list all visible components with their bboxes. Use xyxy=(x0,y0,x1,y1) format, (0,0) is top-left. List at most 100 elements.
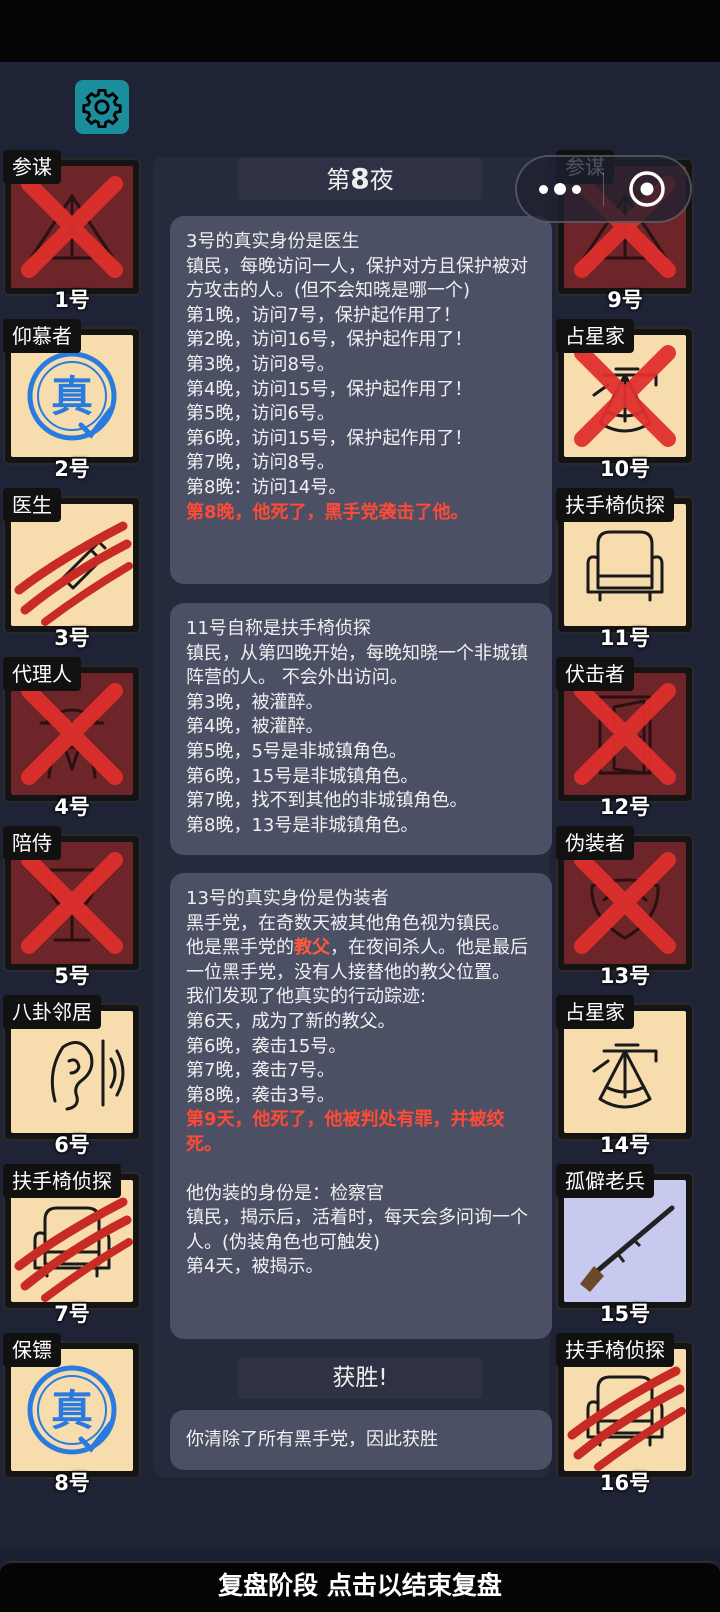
player-number: 1号 xyxy=(54,288,90,312)
player-number: 6号 xyxy=(54,1133,90,1157)
card-portrait xyxy=(564,504,686,626)
role-label: 扶手椅侦探 xyxy=(3,1164,121,1198)
sextant-icon xyxy=(574,345,676,447)
armchair-icon xyxy=(586,530,664,602)
player-number: 7号 xyxy=(54,1302,90,1326)
syringe-icon xyxy=(14,521,133,626)
player-card[interactable]: 真 保镖 8号 xyxy=(3,1333,141,1495)
role-label: 扶手椅侦探 xyxy=(556,1333,674,1367)
player-card[interactable]: 八卦邻居 6号 xyxy=(3,995,141,1157)
report-line: 第8晚，袭击3号。 xyxy=(186,1084,335,1106)
role-label: 八卦邻居 xyxy=(3,995,101,1029)
card-portrait xyxy=(564,1349,686,1471)
card-portrait xyxy=(11,842,133,964)
player-card[interactable]: 伏击者 12号 xyxy=(556,657,694,819)
night-prefix: 第 xyxy=(326,166,351,194)
armchair-icon xyxy=(14,1197,133,1302)
card-portrait xyxy=(11,504,133,626)
report-armchair-detective: 11号自称是扶手椅侦探 镇民，从第四晚开始，每晚知晓一个非城镇阵营的人。 不会外出… xyxy=(170,603,552,855)
report-line: 11号自称是扶手椅侦探 xyxy=(186,618,371,639)
target-close-icon[interactable] xyxy=(604,169,690,209)
report-line: 第2晚，访问16号，保护起作用了！ xyxy=(186,329,473,351)
card-portrait xyxy=(564,673,686,795)
player-card[interactable]: 占星家 10号 xyxy=(556,319,694,481)
door-icon xyxy=(574,683,676,785)
card-portrait xyxy=(11,166,133,288)
report-line: 第3晚，被灌醉。 xyxy=(186,691,324,713)
true-stamp-icon: 真 xyxy=(27,351,117,441)
player-card[interactable]: 真 仰慕者 2号 xyxy=(3,319,141,481)
report-line: 镇民，每晚访问一人，保护对方且保护被对方攻击的人。(但不会知晓是哪一个) xyxy=(186,255,528,302)
report-line: 第6晚，袭击15号。 xyxy=(186,1035,347,1057)
report-line: 第7晚，袭击7号。 xyxy=(186,1060,335,1082)
svg-text:真: 真 xyxy=(51,372,93,421)
report-line: 第8晚，他死了，黑手党袭击了他。 xyxy=(186,501,469,523)
report-line: 13号的真实身份是伪装者 xyxy=(186,888,389,909)
miniprogram-capsule xyxy=(515,155,692,223)
report-line: 第5晚，5号是非城镇角色。 xyxy=(186,740,407,762)
glass-icon xyxy=(21,852,123,954)
mask-icon xyxy=(574,852,676,954)
player-number: 12号 xyxy=(599,795,651,819)
player-card[interactable]: 扶手椅侦探 11号 xyxy=(556,488,694,650)
player-card[interactable]: 伪装者 13号 xyxy=(556,826,694,988)
report-line: 第8晚，13号是非城镇角色。 xyxy=(186,814,419,836)
player-card[interactable]: 参谋 1号 xyxy=(3,150,141,312)
card-portrait xyxy=(564,1011,686,1133)
player-number: 5号 xyxy=(54,964,90,988)
player-card[interactable]: 孤僻老兵 15号 xyxy=(556,1164,694,1326)
card-portrait: 真 xyxy=(11,335,133,457)
role-label: 占星家 xyxy=(556,995,634,1029)
more-dots-icon[interactable] xyxy=(517,183,603,195)
player-number: 14号 xyxy=(599,1133,651,1157)
card-portrait xyxy=(11,673,133,795)
agent-icon xyxy=(21,683,123,785)
role-label: 伪装者 xyxy=(556,826,634,860)
role-label: 伏击者 xyxy=(556,657,634,691)
report-line: 第4晚，访问15号，保护起作用了！ xyxy=(186,378,473,400)
report-impostor: 13号的真实身份是伪装者 黑手党，在奇数天被其他角色视为镇民。 他是黑手党的教父，在… xyxy=(170,873,552,1339)
player-card[interactable]: 代理人 4号 xyxy=(3,657,141,819)
player-number: 9号 xyxy=(607,288,643,312)
report-line: 第1晚，访问7号，保护起作用了！ xyxy=(186,304,461,326)
report-line: 第6晚，访问15号，保护起作用了！ xyxy=(186,427,473,449)
role-label: 参谋 xyxy=(3,150,61,184)
player-card[interactable]: 陪侍 5号 xyxy=(3,826,141,988)
role-label: 代理人 xyxy=(3,657,81,691)
night-header: 第8夜 xyxy=(238,158,482,200)
card-portrait xyxy=(564,335,686,457)
player-number: 13号 xyxy=(599,964,651,988)
player-card[interactable]: 扶手椅侦探 16号 xyxy=(556,1333,694,1495)
role-label: 孤僻老兵 xyxy=(556,1164,654,1198)
ear-icon xyxy=(50,1039,125,1111)
settings-button[interactable] xyxy=(75,80,129,134)
role-label: 占星家 xyxy=(556,319,634,353)
armchair-icon xyxy=(567,1366,686,1471)
player-card[interactable]: 占星家 14号 xyxy=(556,995,694,1157)
true-stamp-icon: 真 xyxy=(27,1365,117,1455)
card-portrait: 真 xyxy=(11,1349,133,1471)
report-line: 第4天，被揭示。 xyxy=(186,1256,324,1278)
report-line: 第6天，成为了新的教父。 xyxy=(186,1010,396,1032)
role-label: 陪侍 xyxy=(3,826,61,860)
report-line: 第8晚：访问14号。 xyxy=(186,476,347,498)
victory-header: 获胜! xyxy=(238,1357,482,1399)
player-number: 2号 xyxy=(54,457,90,481)
player-number: 8号 xyxy=(54,1471,90,1495)
player-card[interactable]: 医生 3号 xyxy=(3,488,141,650)
end-review-button[interactable]: 复盘阶段 点击以结束复盘 xyxy=(0,1561,720,1612)
status-bar xyxy=(0,0,720,62)
player-card[interactable]: 扶手椅侦探 7号 xyxy=(3,1164,141,1326)
player-number: 16号 xyxy=(599,1471,651,1495)
victory-message: 你清除了所有黑手党，因此获胜 xyxy=(170,1410,552,1470)
report-line: 第4晚，被灌醉。 xyxy=(186,716,324,738)
report-line: 第9天，他死了，他被判处有罪，并被绞死。 xyxy=(186,1109,505,1155)
player-number: 10号 xyxy=(599,457,651,481)
player-number: 15号 xyxy=(599,1302,651,1326)
player-number: 3号 xyxy=(54,626,90,650)
report-line: 他伪装的身份是：检察官 xyxy=(186,1182,384,1204)
report-line: 第7晚，找不到其他的非城镇角色。 xyxy=(186,790,468,812)
report-text: 他是黑手党的 xyxy=(186,937,294,959)
role-highlight: 教父 xyxy=(294,937,330,959)
